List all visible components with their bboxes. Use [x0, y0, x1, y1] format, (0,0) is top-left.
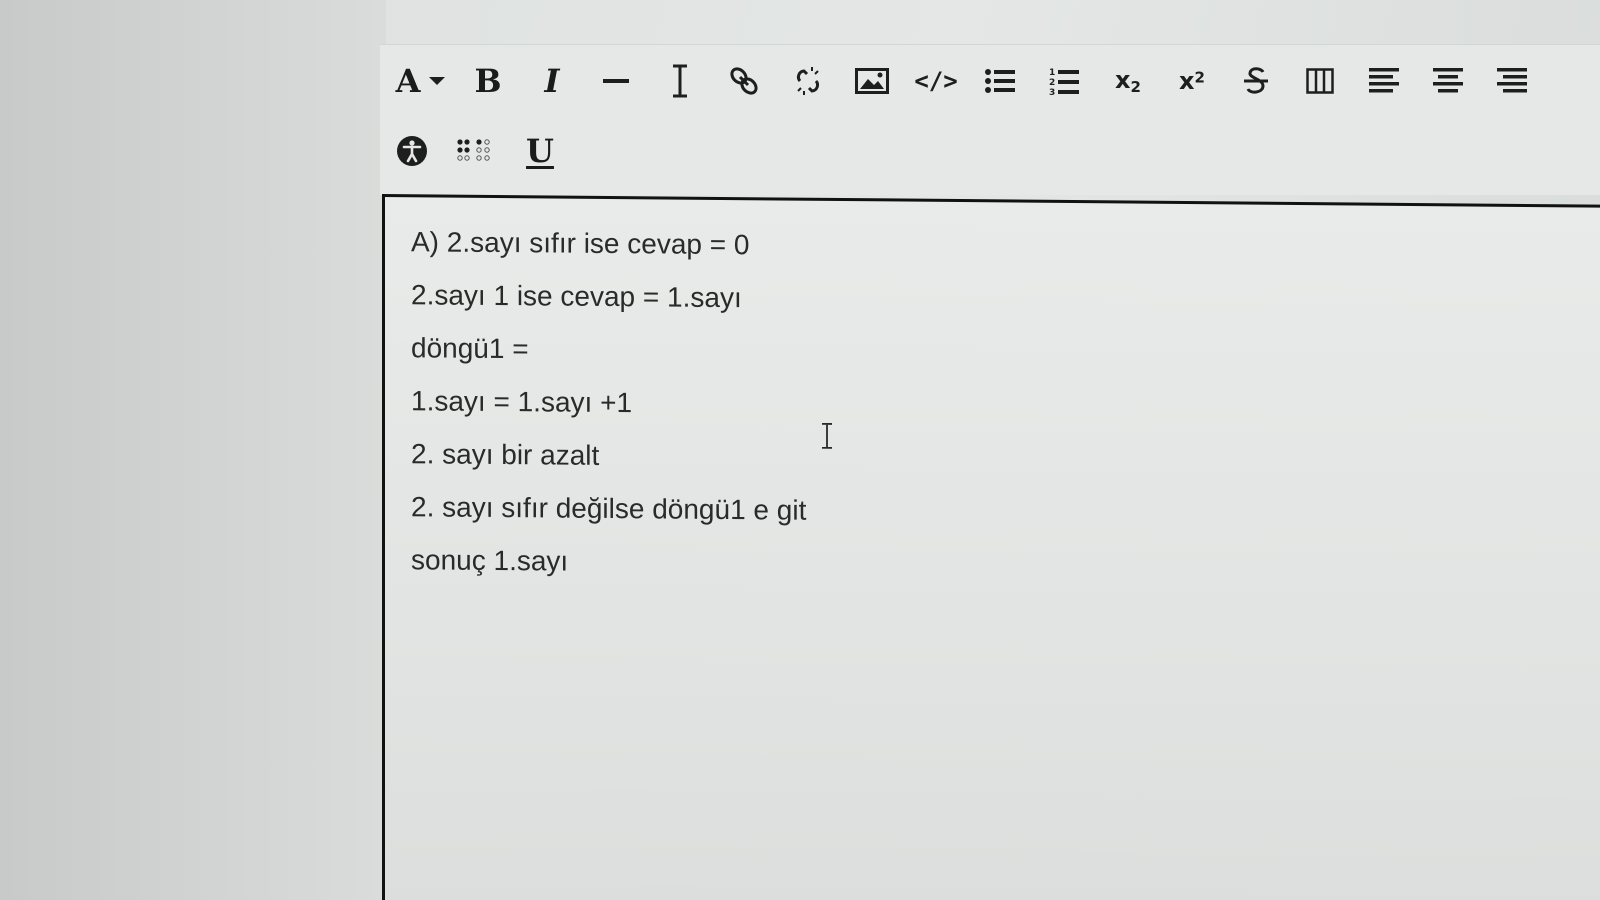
align-right-icon — [1497, 68, 1527, 93]
table-button[interactable] — [1288, 57, 1352, 105]
page-margin — [0, 0, 386, 900]
editor-line-1[interactable]: A) 2.sayı sıfır ise cevap = 0 — [411, 215, 806, 271]
editor-line-2[interactable]: 2.sayı 1 ise cevap = 1.sayı — [411, 268, 806, 324]
braille-button[interactable] — [444, 127, 508, 175]
align-left-icon — [1369, 68, 1399, 93]
numbered-list-icon: 1 2 3 — [1049, 68, 1079, 96]
subscript-base: x — [1115, 65, 1131, 94]
superscript-base: x — [1179, 67, 1195, 95]
font-color-icon: A — [395, 62, 421, 100]
screen: A B I </> 1 2 3 x2 x2 U A) 2.sayı sıfır … — [0, 0, 1600, 900]
code-icon: </> — [914, 67, 958, 95]
bold-icon: B — [474, 62, 502, 100]
braille-icon — [457, 139, 490, 161]
subscript-button[interactable]: x2 — [1096, 57, 1160, 105]
horizontal-rule-icon — [603, 79, 629, 83]
remove-link-button[interactable] — [776, 57, 840, 105]
font-color-dropdown[interactable]: A — [386, 57, 456, 105]
toolbar-row-2: U — [380, 123, 572, 179]
insert-image-button[interactable] — [840, 57, 904, 105]
subscript-index: 2 — [1130, 78, 1141, 97]
editor-line-4[interactable]: 1.sayı = 1.sayı +1 — [411, 374, 806, 430]
superscript-icon: x2 — [1179, 67, 1205, 95]
bullet-list-button[interactable] — [968, 57, 1032, 105]
italic-button[interactable]: I — [520, 57, 584, 105]
underline-button[interactable]: U — [508, 127, 572, 175]
strikethrough-icon — [1244, 67, 1268, 94]
superscript-index: 2 — [1194, 68, 1205, 87]
accessibility-button[interactable] — [380, 127, 444, 175]
subscript-icon: x2 — [1115, 66, 1141, 96]
strikethrough-button[interactable] — [1224, 57, 1288, 105]
toolbar-row-1: A B I </> 1 2 3 x2 x2 — [380, 53, 1600, 109]
code-view-button[interactable]: </> — [904, 57, 968, 105]
insert-link-button[interactable] — [712, 57, 776, 105]
table-columns-icon — [1306, 68, 1334, 94]
editor-line-7[interactable]: sonuç 1.sayı — [411, 533, 806, 589]
editor-line-6[interactable]: 2. sayı sıfır değilse döngü1 e git — [411, 480, 806, 536]
numbered-list-button[interactable]: 1 2 3 — [1032, 57, 1096, 105]
editor-text[interactable]: A) 2.sayı sıfır ise cevap = 0 2.sayı 1 i… — [411, 215, 806, 589]
editor-content-area[interactable]: A) 2.sayı sıfır ise cevap = 0 2.sayı 1 i… — [382, 194, 1600, 900]
ibeam-icon — [673, 64, 687, 98]
align-right-button[interactable] — [1480, 57, 1544, 105]
accessibility-icon — [397, 136, 427, 166]
align-center-button[interactable] — [1416, 57, 1480, 105]
editor-line-5[interactable]: 2. sayı bir azalt — [411, 427, 806, 483]
chevron-down-icon — [429, 77, 446, 85]
bold-button[interactable]: B — [456, 57, 520, 105]
editor-toolbar: A B I </> 1 2 3 x2 x2 U — [380, 44, 1600, 195]
mouse-ibeam-cursor-icon — [822, 422, 832, 449]
image-icon — [855, 68, 889, 94]
svg-text:3: 3 — [1049, 88, 1055, 96]
link-icon — [730, 67, 758, 95]
italic-icon: I — [544, 62, 560, 100]
horizontal-rule-button[interactable] — [584, 57, 648, 105]
bullet-list-icon — [985, 69, 1015, 93]
text-cursor-button[interactable] — [648, 57, 712, 105]
editor-line-3[interactable]: döngü1 = — [411, 321, 806, 377]
svg-text:1: 1 — [1049, 68, 1055, 78]
superscript-button[interactable]: x2 — [1160, 57, 1224, 105]
align-center-icon — [1433, 68, 1463, 93]
underline-icon: U — [526, 132, 554, 170]
svg-text:2: 2 — [1049, 78, 1055, 88]
align-left-button[interactable] — [1352, 57, 1416, 105]
unlink-icon — [796, 67, 820, 95]
